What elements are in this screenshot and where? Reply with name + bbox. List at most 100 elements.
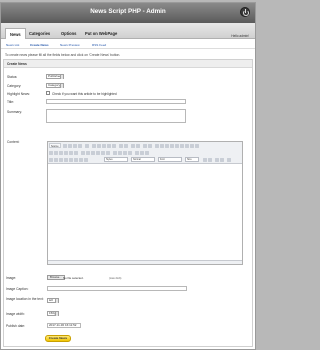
preview-icon[interactable] bbox=[73, 144, 77, 148]
underline-icon[interactable] bbox=[59, 151, 63, 155]
image-icon[interactable] bbox=[49, 158, 53, 162]
editor-toolbar: Source Styles Normal Font Size bbox=[48, 142, 242, 164]
summary-textarea[interactable] bbox=[46, 109, 186, 123]
tab-news[interactable]: News bbox=[5, 28, 26, 39]
horizontal-rule-icon[interactable] bbox=[64, 158, 68, 162]
news-subnav: News List Create News News Preview RSS F… bbox=[1, 39, 255, 49]
subnav-create-news[interactable]: Create News bbox=[30, 43, 49, 47]
cut-icon[interactable] bbox=[92, 144, 96, 148]
smiley-icon[interactable] bbox=[69, 158, 73, 162]
publish-date-input[interactable]: 2017-11-30 16:11:52 bbox=[47, 323, 81, 328]
replace-icon[interactable] bbox=[136, 144, 140, 148]
image-label: Image: bbox=[6, 276, 17, 280]
format-dropdown[interactable]: Normal bbox=[131, 157, 155, 162]
title-input[interactable] bbox=[46, 99, 186, 104]
tab-categories[interactable]: Categories bbox=[29, 31, 50, 36]
select-icon[interactable] bbox=[180, 144, 184, 148]
bulleted-list-icon[interactable] bbox=[86, 151, 90, 155]
hidden-field-icon[interactable] bbox=[195, 144, 199, 148]
image-location-select[interactable]: left bbox=[47, 298, 59, 303]
maximize-icon[interactable] bbox=[215, 158, 219, 162]
app-title: News Script PHP - Admin bbox=[90, 8, 166, 15]
size-dropdown[interactable]: Size bbox=[185, 157, 199, 162]
instructions-text: To create news please fill all the field… bbox=[5, 53, 121, 57]
publish-date-label: Publish date: bbox=[6, 324, 26, 328]
select-all-icon[interactable] bbox=[143, 144, 147, 148]
summary-label: Summary: bbox=[7, 110, 23, 114]
superscript-icon[interactable] bbox=[74, 151, 78, 155]
paste-icon[interactable] bbox=[102, 144, 106, 148]
main-tabs: News Categories Options Put on WebPage H… bbox=[1, 23, 255, 39]
align-right-icon[interactable] bbox=[123, 151, 127, 155]
blockquote-icon[interactable] bbox=[101, 151, 105, 155]
subnav-news-preview[interactable]: News Preview bbox=[60, 43, 80, 47]
form-icon[interactable] bbox=[155, 144, 159, 148]
outdent-icon[interactable] bbox=[91, 151, 95, 155]
undo-icon[interactable] bbox=[119, 144, 123, 148]
show-blocks-icon[interactable] bbox=[220, 158, 224, 162]
page-break-icon[interactable] bbox=[79, 158, 83, 162]
help-icon[interactable] bbox=[227, 158, 231, 162]
strike-icon[interactable] bbox=[64, 151, 68, 155]
toolbar-row-1: Source bbox=[49, 143, 243, 149]
textarea-icon[interactable] bbox=[175, 144, 179, 148]
special-char-icon[interactable] bbox=[74, 158, 78, 162]
tab-options[interactable]: Options bbox=[61, 31, 76, 36]
italic-icon[interactable] bbox=[54, 151, 58, 155]
content-editor[interactable]: Source Styles Normal Font Size bbox=[47, 141, 243, 265]
find-icon[interactable] bbox=[131, 144, 135, 148]
text-color-icon[interactable] bbox=[203, 158, 207, 162]
category-select[interactable]: Category1 bbox=[46, 83, 64, 88]
image-button-icon[interactable] bbox=[190, 144, 194, 148]
editor-content-area[interactable] bbox=[48, 164, 242, 262]
user-greeting: Hello admin! bbox=[231, 34, 249, 38]
bold-icon[interactable] bbox=[49, 151, 53, 155]
copy-icon[interactable] bbox=[97, 144, 101, 148]
bg-color-icon[interactable] bbox=[208, 158, 212, 162]
anchor-icon[interactable] bbox=[145, 151, 149, 155]
subnav-news-list[interactable]: News List bbox=[6, 43, 19, 47]
unlink-icon[interactable] bbox=[140, 151, 144, 155]
max-size-note: (max 2mb) bbox=[109, 277, 122, 280]
styles-dropdown[interactable]: Styles bbox=[104, 157, 128, 162]
align-left-icon[interactable] bbox=[113, 151, 117, 155]
link-icon[interactable] bbox=[135, 151, 139, 155]
indent-icon[interactable] bbox=[96, 151, 100, 155]
iframe-icon[interactable] bbox=[84, 158, 88, 162]
print-icon[interactable] bbox=[78, 144, 82, 148]
textfield-icon[interactable] bbox=[170, 144, 174, 148]
source-button[interactable]: Source bbox=[49, 143, 61, 148]
title-label: Title: bbox=[7, 100, 15, 104]
paste-text-icon[interactable] bbox=[107, 144, 111, 148]
source-button-label: Source bbox=[51, 145, 59, 148]
subnav-rss-feed[interactable]: RSS Feed bbox=[92, 43, 106, 47]
toolbar-row-2 bbox=[49, 150, 243, 156]
remove-format-icon[interactable] bbox=[148, 144, 152, 148]
templates-icon[interactable] bbox=[85, 144, 89, 148]
justify-icon[interactable] bbox=[128, 151, 132, 155]
checkbox-icon[interactable] bbox=[160, 144, 164, 148]
numbered-list-icon[interactable] bbox=[81, 151, 85, 155]
paste-word-icon[interactable] bbox=[112, 144, 116, 148]
status-select[interactable]: Published bbox=[46, 74, 64, 79]
new-page-icon[interactable] bbox=[68, 144, 72, 148]
div-icon[interactable] bbox=[106, 151, 110, 155]
image-caption-input[interactable] bbox=[47, 286, 187, 291]
highlight-label: Highlight News: bbox=[7, 92, 30, 96]
subscript-icon[interactable] bbox=[69, 151, 73, 155]
highlight-checkbox[interactable] bbox=[46, 91, 50, 95]
image-width-select[interactable]: 150px bbox=[47, 311, 59, 316]
radio-icon[interactable] bbox=[165, 144, 169, 148]
align-center-icon[interactable] bbox=[118, 151, 122, 155]
image-caption-label: Image Caption: bbox=[6, 287, 29, 291]
power-icon[interactable] bbox=[240, 7, 250, 17]
create-news-button[interactable]: Create News bbox=[45, 335, 71, 342]
table-icon[interactable] bbox=[59, 158, 63, 162]
toolbar-row-3: Styles Normal Font Size bbox=[49, 157, 243, 163]
font-dropdown[interactable]: Font bbox=[158, 157, 182, 162]
redo-icon[interactable] bbox=[124, 144, 128, 148]
save-icon[interactable] bbox=[63, 144, 67, 148]
flash-icon[interactable] bbox=[54, 158, 58, 162]
button-icon[interactable] bbox=[185, 144, 189, 148]
tab-put-on-webpage[interactable]: Put on WebPage bbox=[85, 31, 117, 36]
